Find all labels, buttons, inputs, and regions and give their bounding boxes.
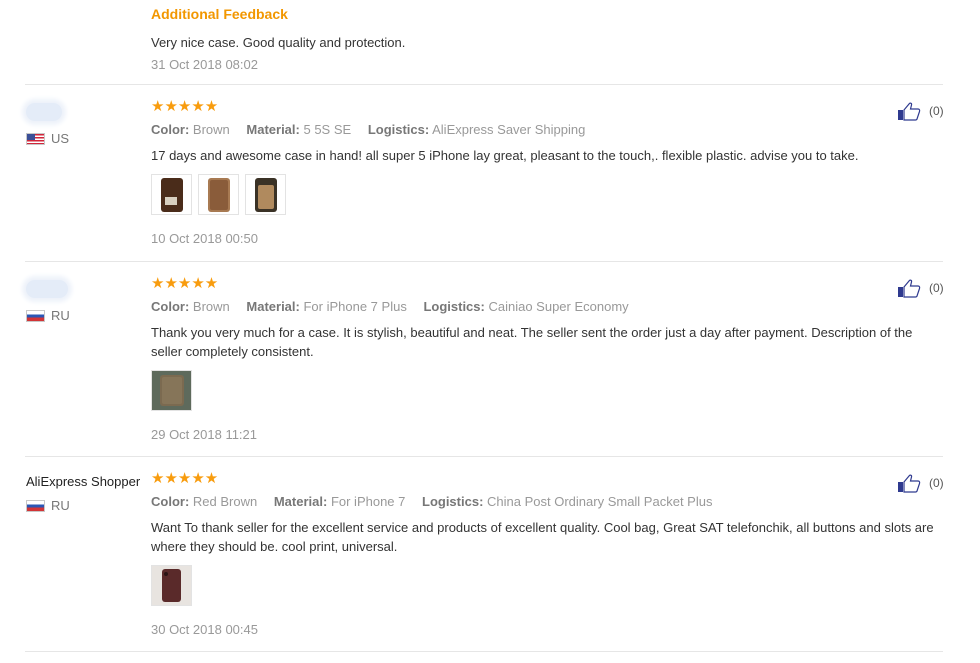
review-photo-thumbnail[interactable] (151, 565, 192, 606)
reviewer-country: US (26, 131, 150, 146)
product-attributes: Color: Red Brown Material: For iPhone 7 … (151, 494, 941, 510)
helpful-button[interactable]: (0) (897, 101, 944, 121)
us-flag-icon (26, 132, 45, 145)
reviewer-info: RU (26, 276, 150, 323)
attr-label-color: Color: (151, 494, 190, 509)
helpful-button[interactable]: (0) (897, 473, 944, 493)
attr-value-material: For iPhone 7 Plus (303, 299, 407, 314)
reviewer-country: RU (26, 308, 150, 323)
review-photos (151, 174, 941, 215)
reviewer-info: US (26, 99, 150, 146)
star-rating: ★★★★★ (151, 98, 219, 115)
review-text: 17 days and awesome case in hand! all su… (151, 148, 859, 163)
additional-feedback: Additional Feedback Very nice case. Good… (151, 6, 941, 73)
helpful-button[interactable]: (0) (897, 278, 944, 298)
review-text: Thank you very much for a case. It is st… (151, 325, 913, 359)
additional-feedback-text: Very nice case. Good quality and protect… (151, 35, 406, 50)
review-date: 10 Oct 2018 00:50 (151, 231, 258, 246)
review-photo-thumbnail[interactable] (198, 174, 239, 215)
attr-value-color: Brown (192, 299, 230, 314)
country-code: RU (51, 498, 70, 513)
review-content: ★★★★★ Color: Red Brown Material: For iPh… (151, 471, 941, 638)
attr-label-color: Color: (151, 122, 190, 137)
star-rating: ★★★★★ (151, 470, 219, 487)
review-content: ★★★★★ Color: Brown Material: 5 5S SE Log… (151, 99, 941, 247)
review-content: ★★★★★ Color: Brown Material: For iPhone … (151, 276, 941, 443)
phone-case-photo (207, 177, 230, 212)
reviewer-name-blurred (26, 280, 68, 298)
attr-label-material: Material: (246, 299, 300, 314)
attr-value-logistics: AliExpress Saver Shipping (432, 122, 586, 137)
attr-value-material: For iPhone 7 (330, 494, 406, 509)
helpful-count: (0) (929, 476, 944, 490)
phone-case-photo (254, 177, 277, 212)
review-photo-thumbnail[interactable] (151, 174, 192, 215)
review-date: 30 Oct 2018 00:45 (151, 622, 258, 637)
star-rating: ★★★★★ (151, 275, 219, 292)
review-photo-thumbnail[interactable] (151, 370, 192, 411)
review-divider (25, 84, 943, 85)
review-divider (25, 651, 943, 652)
ru-flag-icon (26, 309, 45, 322)
reviewer-info: AliExpress Shopper RU (26, 471, 150, 513)
review-divider (25, 456, 943, 457)
review-text: Want To thank seller for the excellent s… (151, 520, 934, 554)
product-attributes: Color: Brown Material: For iPhone 7 Plus… (151, 299, 941, 315)
phone-case-photo (152, 371, 191, 410)
attr-value-color: Brown (192, 122, 230, 137)
helpful-count: (0) (929, 281, 944, 295)
attr-label-color: Color: (151, 299, 190, 314)
attr-label-logistics: Logistics: (422, 494, 484, 509)
attr-value-material: 5 5S SE (303, 122, 352, 137)
helpful-count: (0) (929, 104, 944, 118)
product-attributes: Color: Brown Material: 5 5S SE Logistics… (151, 122, 941, 138)
attr-value-color: Red Brown (192, 494, 258, 509)
additional-feedback-title: Additional Feedback (151, 6, 288, 22)
ru-flag-icon (26, 499, 45, 512)
review-divider (25, 261, 943, 262)
review-photos (151, 370, 941, 411)
reviewer-country: RU (26, 498, 150, 513)
reviewer-name: AliExpress Shopper (26, 474, 141, 489)
thumbs-up-icon (898, 474, 921, 493)
country-code: RU (51, 308, 70, 323)
attr-label-logistics: Logistics: (423, 299, 485, 314)
attr-value-logistics: Cainiao Super Economy (488, 299, 629, 314)
attr-value-logistics: China Post Ordinary Small Packet Plus (487, 494, 713, 509)
attr-label-material: Material: (246, 122, 300, 137)
attr-label-logistics: Logistics: (367, 122, 430, 137)
phone-case-photo (152, 566, 191, 605)
review-photo-thumbnail[interactable] (245, 174, 286, 215)
reviewer-name-blurred (26, 103, 62, 121)
review-photos (151, 565, 941, 606)
review-date: 29 Oct 2018 11:21 (151, 427, 258, 442)
additional-feedback-date: 31 Oct 2018 08:02 (151, 57, 258, 72)
country-code: US (51, 131, 70, 146)
thumbs-up-icon (898, 279, 921, 298)
thumbs-up-icon (898, 102, 921, 121)
attr-label-material: Material: (273, 494, 328, 509)
phone-case-photo (160, 177, 183, 212)
